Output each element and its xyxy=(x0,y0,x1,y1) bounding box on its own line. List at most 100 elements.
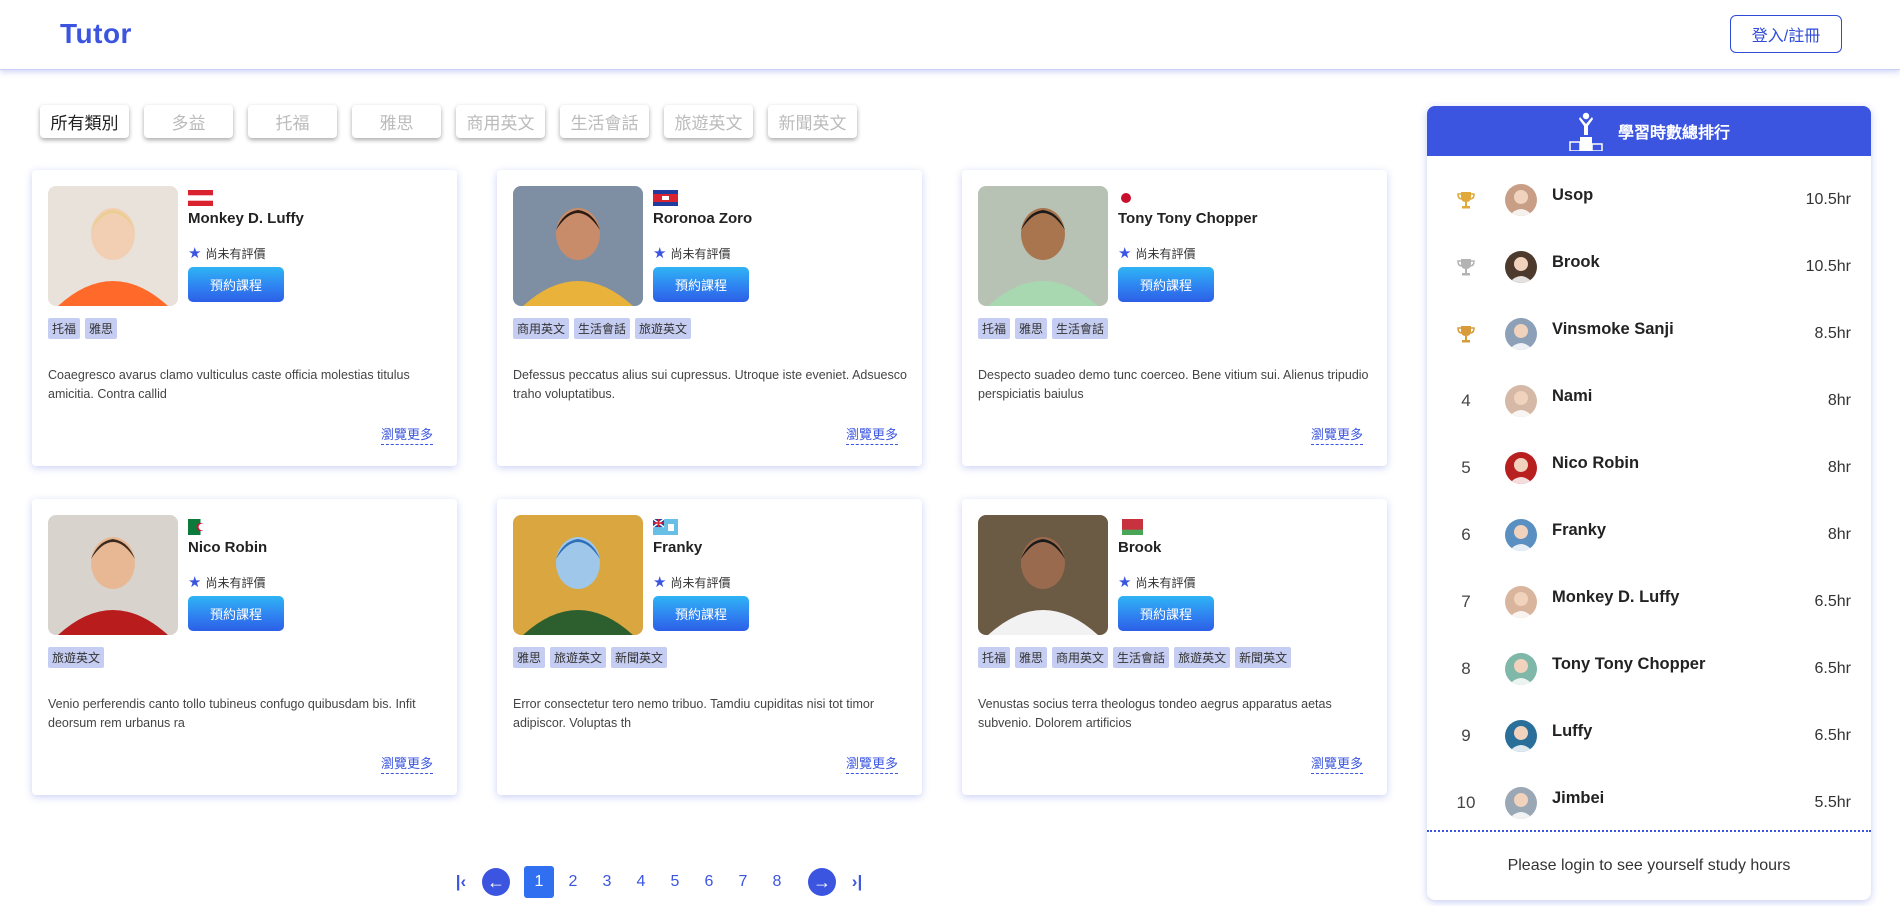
category-tag: 商用英文 xyxy=(513,318,570,339)
page-7[interactable]: 7 xyxy=(726,873,760,891)
teacher-photo[interactable] xyxy=(978,515,1108,635)
avatar xyxy=(1505,652,1537,685)
page-5[interactable]: 5 xyxy=(658,873,692,891)
category-tag: 生活會話 xyxy=(1113,647,1170,668)
page-4[interactable]: 4 xyxy=(624,873,658,891)
teacher-rating: ★ 尚未有評價 xyxy=(188,244,265,262)
study-hours: 8hr xyxy=(1827,458,1851,476)
teacher-rating: ★ 尚未有評價 xyxy=(1118,573,1195,591)
teacher-name[interactable]: Brook xyxy=(1118,539,1161,556)
book-course-button[interactable]: 預約課程 xyxy=(653,267,749,302)
ranking-name: Monkey D. Luffy xyxy=(1552,588,1680,606)
book-course-button[interactable]: 預約課程 xyxy=(188,596,284,631)
study-hours: 6.5hr xyxy=(1814,726,1851,744)
rating-text: 尚未有評價 xyxy=(1135,575,1196,590)
book-course-button[interactable]: 預約課程 xyxy=(653,596,749,631)
view-more-link[interactable]: 瀏覽更多 xyxy=(1310,424,1363,445)
category-filter-2[interactable]: 托福 xyxy=(248,105,337,138)
teacher-photo[interactable] xyxy=(513,515,643,635)
teacher-name[interactable]: Monkey D. Luffy xyxy=(188,210,304,227)
category-filter-3[interactable]: 雅思 xyxy=(352,105,441,138)
category-filter-6[interactable]: 旅遊英文 xyxy=(664,105,753,138)
category-filter-0[interactable]: 所有類別 xyxy=(40,105,129,138)
last-page-icon[interactable]: ›| xyxy=(844,872,870,892)
teacher-rating: ★ 尚未有評價 xyxy=(1118,244,1195,262)
study-hours-ranking-panel: 學習時數總排行 Usop 10.5hr Brook 10.5hr Vinsmoke Sa… xyxy=(1427,106,1871,900)
view-more-link[interactable]: 瀏覽更多 xyxy=(845,753,898,774)
category-tag: 旅遊英文 xyxy=(550,647,607,668)
category-tag: 雅思 xyxy=(1015,318,1048,339)
next-page-icon[interactable]: → xyxy=(808,868,836,896)
rating-text: 尚未有評價 xyxy=(670,246,731,261)
rating-text: 尚未有評價 xyxy=(670,575,731,590)
star-icon: ★ xyxy=(1118,574,1132,591)
teacher-photo[interactable] xyxy=(978,186,1108,306)
teacher-card: Roronoa Zoro ★ 尚未有評價 預約課程 商用英文 生活會話 旅遊英文 Defess… xyxy=(497,170,922,466)
teacher-description: Error consectetur tero nemo tribuo. Tamd… xyxy=(513,697,875,730)
pagination: |‹ ← 1 2 3 4 5 6 7 8 → ›| xyxy=(448,866,870,898)
category-filter-7[interactable]: 新聞英文 xyxy=(768,105,857,138)
view-more-link[interactable]: 瀏覽更多 xyxy=(380,753,433,774)
country-flag-icon xyxy=(188,190,213,206)
category-filter-1[interactable]: 多益 xyxy=(144,105,233,138)
site-logo[interactable]: Tutor xyxy=(60,18,132,50)
category-tag: 旅遊英文 xyxy=(1174,647,1231,668)
view-more-link[interactable]: 瀏覽更多 xyxy=(845,424,898,445)
ranking-name: Jimbei xyxy=(1552,789,1605,807)
ranking-name: Luffy xyxy=(1552,722,1593,740)
category-tag: 托福 xyxy=(978,318,1011,339)
teacher-name[interactable]: Roronoa Zoro xyxy=(653,210,752,227)
teacher-name[interactable]: Franky xyxy=(653,539,702,556)
view-more-link[interactable]: 瀏覽更多 xyxy=(380,424,433,445)
book-course-button[interactable]: 預約課程 xyxy=(1118,267,1214,302)
avatar xyxy=(1505,719,1537,752)
login-register-button[interactable]: 登入/註冊 xyxy=(1730,15,1842,53)
teacher-name[interactable]: Nico Robin xyxy=(188,539,267,556)
category-tag: 新聞英文 xyxy=(611,647,668,668)
category-tag: 雅思 xyxy=(1015,647,1048,668)
ranking-header: 學習時數總排行 xyxy=(1427,106,1871,156)
trophy-icon xyxy=(1427,324,1505,344)
page-6[interactable]: 6 xyxy=(692,873,726,891)
page-2[interactable]: 2 xyxy=(556,873,590,891)
teacher-name[interactable]: Tony Tony Chopper xyxy=(1118,210,1257,227)
teacher-tags: 商用英文 生活會話 旅遊英文 xyxy=(513,318,692,339)
teacher-rating: ★ 尚未有評價 xyxy=(653,573,730,591)
view-more-link[interactable]: 瀏覽更多 xyxy=(1310,753,1363,774)
study-hours: 8.5hr xyxy=(1814,324,1851,342)
category-tag: 旅遊英文 xyxy=(635,318,692,339)
page-8[interactable]: 8 xyxy=(760,873,794,891)
country-flag-icon xyxy=(188,519,213,535)
rating-text: 尚未有評價 xyxy=(205,246,266,261)
page-1[interactable]: 1 xyxy=(524,866,554,898)
rank-number: 8 xyxy=(1461,658,1471,678)
ranking-row: 10 Jimbei 5.5hr xyxy=(1427,769,1871,836)
teacher-description: Venio perferendis canto tollo tubineus c… xyxy=(48,697,416,730)
first-page-icon[interactable]: |‹ xyxy=(448,872,474,892)
avatar xyxy=(1505,317,1537,350)
ranking-row: 5 Nico Robin 8hr xyxy=(1427,434,1871,501)
teacher-card: Franky ★ 尚未有評價 預約課程 雅思 旅遊英文 新聞英文 Error consecte… xyxy=(497,499,922,795)
rating-text: 尚未有評價 xyxy=(1135,246,1196,261)
podium-icon xyxy=(1569,112,1603,151)
top-navbar: Tutor 登入/註冊 xyxy=(0,0,1900,70)
ranking-name: Vinsmoke Sanji xyxy=(1552,320,1674,338)
category-filter-5[interactable]: 生活會話 xyxy=(560,105,649,138)
ranking-name: Nami xyxy=(1552,387,1593,405)
category-filter-4[interactable]: 商用英文 xyxy=(456,105,545,138)
page-3[interactable]: 3 xyxy=(590,873,624,891)
teacher-photo[interactable] xyxy=(48,515,178,635)
book-course-button[interactable]: 預約課程 xyxy=(188,267,284,302)
teacher-photo[interactable] xyxy=(513,186,643,306)
category-tag: 旅遊英文 xyxy=(48,647,105,668)
avatar xyxy=(1505,250,1537,283)
star-icon: ★ xyxy=(653,245,667,262)
teacher-photo[interactable] xyxy=(48,186,178,306)
book-course-button[interactable]: 預約課程 xyxy=(1118,596,1214,631)
star-icon: ★ xyxy=(653,574,667,591)
prev-page-icon[interactable]: ← xyxy=(482,868,510,896)
ranking-row: Usop 10.5hr xyxy=(1427,166,1871,233)
study-hours: 8hr xyxy=(1827,391,1851,409)
teacher-description: Despecto suadeo demo tunc coerceo. Bene … xyxy=(978,368,1369,401)
teacher-tags: 托福 雅思 xyxy=(48,318,118,339)
